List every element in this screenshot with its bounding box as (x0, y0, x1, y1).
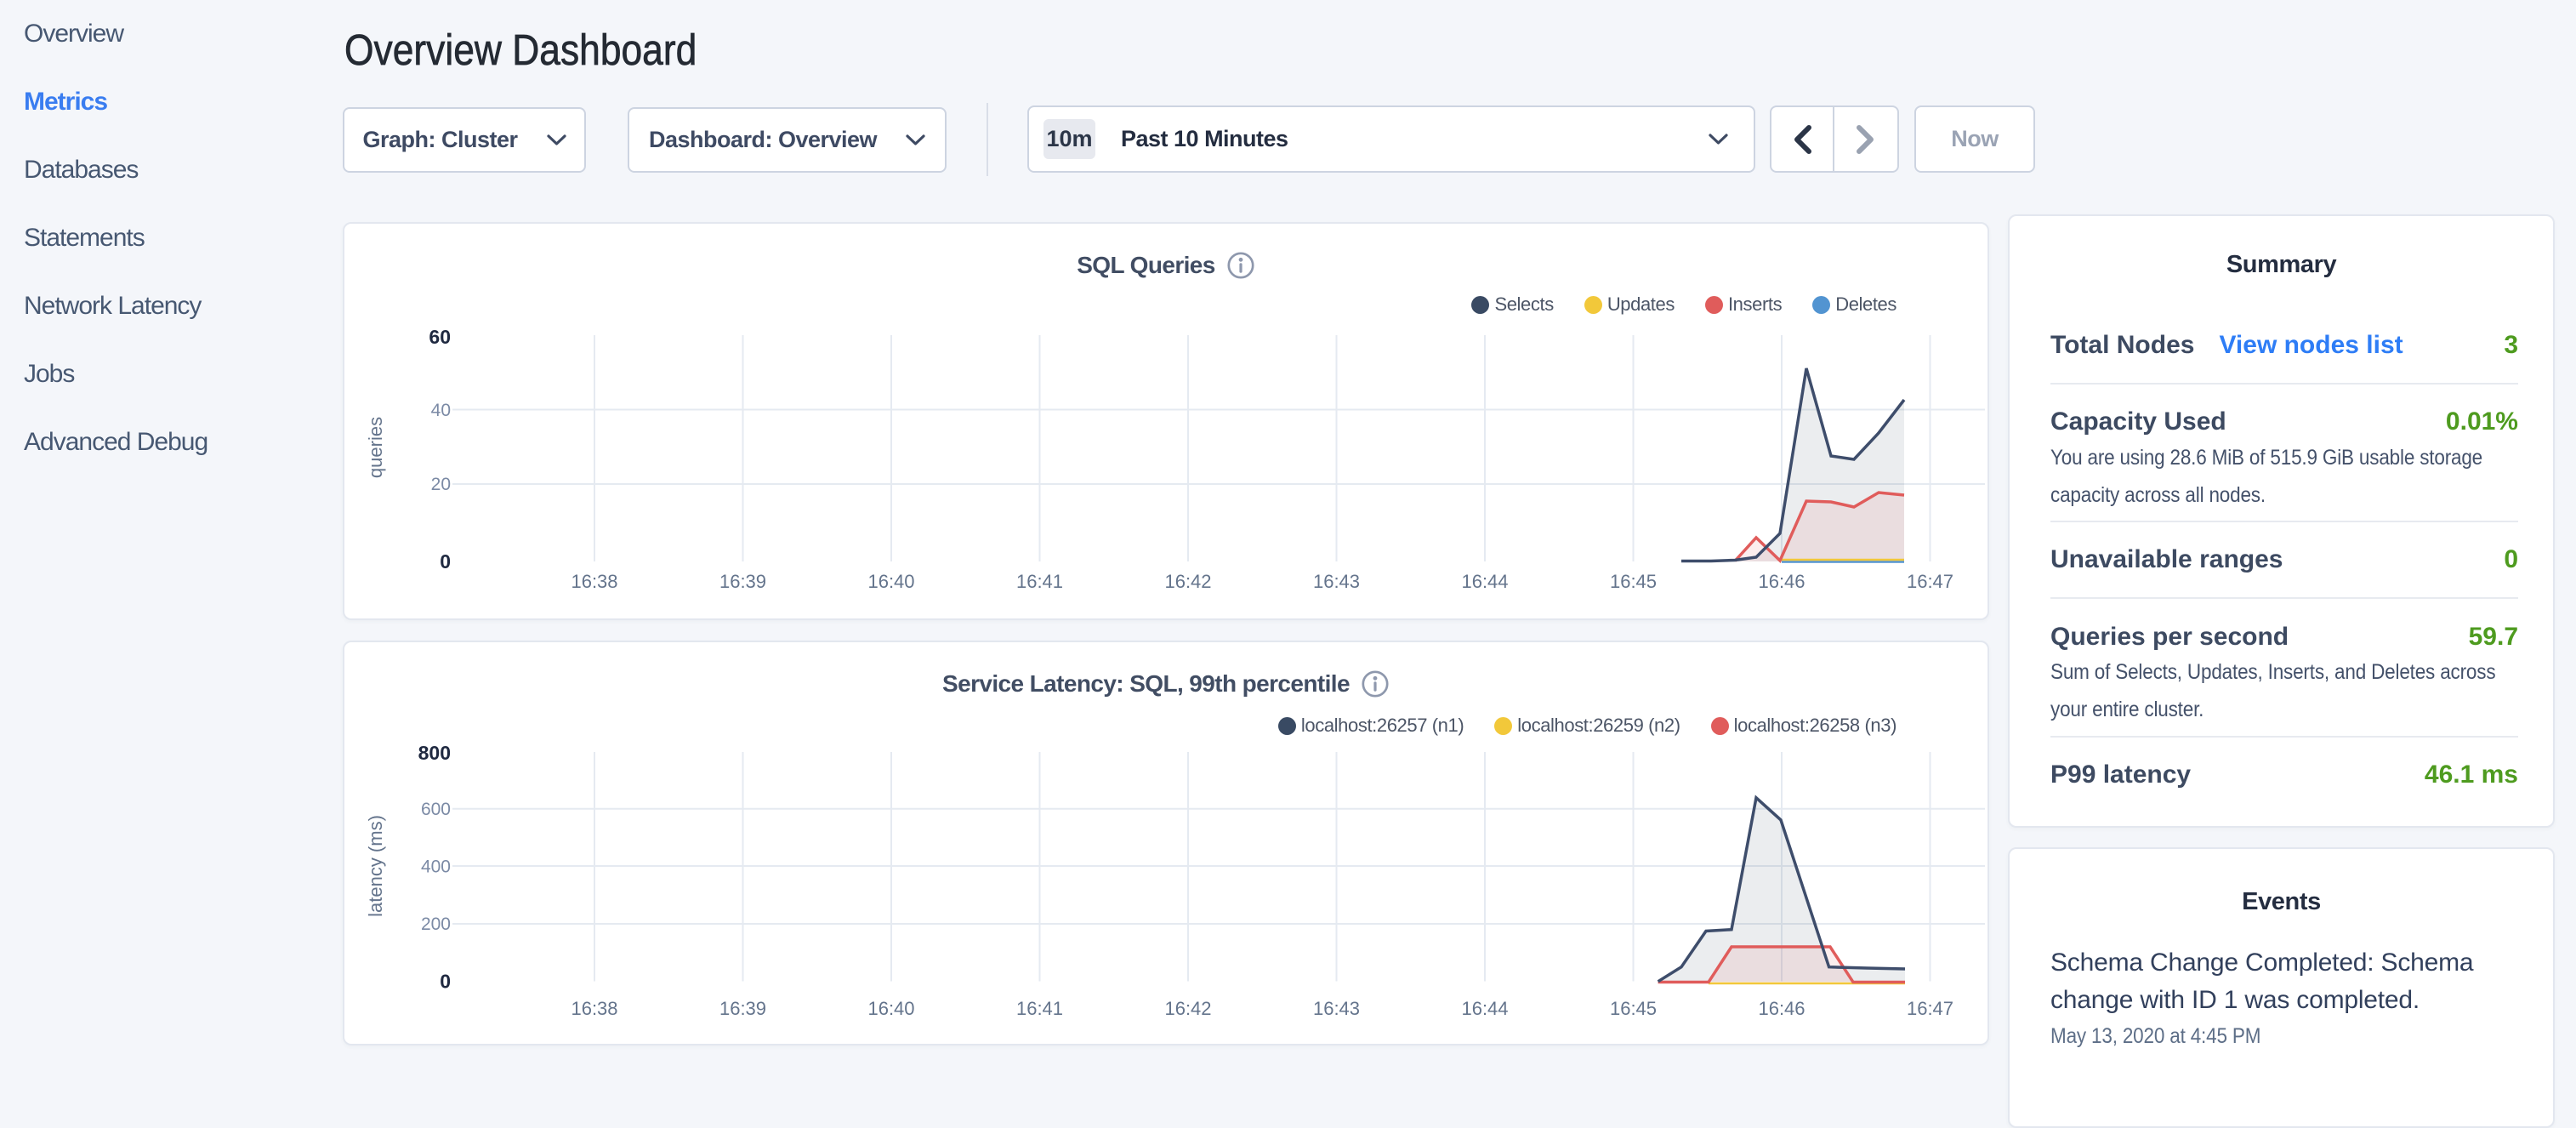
svg-text:16:43: 16:43 (1313, 571, 1360, 592)
svg-text:16:38: 16:38 (571, 571, 617, 592)
svg-text:16:46: 16:46 (1758, 571, 1805, 592)
svg-text:16:44: 16:44 (1461, 571, 1508, 592)
svg-text:200: 200 (421, 914, 451, 934)
svg-text:16:41: 16:41 (1016, 998, 1063, 1019)
svg-text:0: 0 (440, 550, 451, 573)
svg-text:16:41: 16:41 (1016, 571, 1063, 592)
svg-text:16:45: 16:45 (1610, 998, 1657, 1019)
svg-text:16:46: 16:46 (1758, 998, 1805, 1019)
svg-text:16:44: 16:44 (1461, 998, 1508, 1019)
svg-text:queries: queries (365, 417, 386, 478)
svg-text:16:39: 16:39 (719, 571, 766, 592)
svg-text:16:42: 16:42 (1164, 571, 1211, 592)
svg-text:40: 40 (431, 401, 451, 420)
svg-text:16:39: 16:39 (719, 998, 766, 1019)
svg-text:600: 600 (421, 800, 451, 819)
svg-text:800: 800 (418, 742, 451, 764)
svg-text:0: 0 (440, 971, 451, 993)
svg-text:60: 60 (429, 326, 451, 348)
svg-text:latency (ms): latency (ms) (365, 815, 386, 917)
svg-text:16:38: 16:38 (571, 998, 617, 1019)
svg-text:16:43: 16:43 (1313, 998, 1360, 1019)
svg-text:16:40: 16:40 (867, 571, 914, 592)
svg-text:16:47: 16:47 (1907, 998, 1953, 1019)
svg-text:20: 20 (431, 475, 451, 494)
svg-text:16:42: 16:42 (1164, 998, 1211, 1019)
svg-text:16:47: 16:47 (1907, 571, 1953, 592)
svg-text:400: 400 (421, 857, 451, 877)
svg-text:16:40: 16:40 (867, 998, 914, 1019)
svg-text:16:45: 16:45 (1610, 571, 1657, 592)
